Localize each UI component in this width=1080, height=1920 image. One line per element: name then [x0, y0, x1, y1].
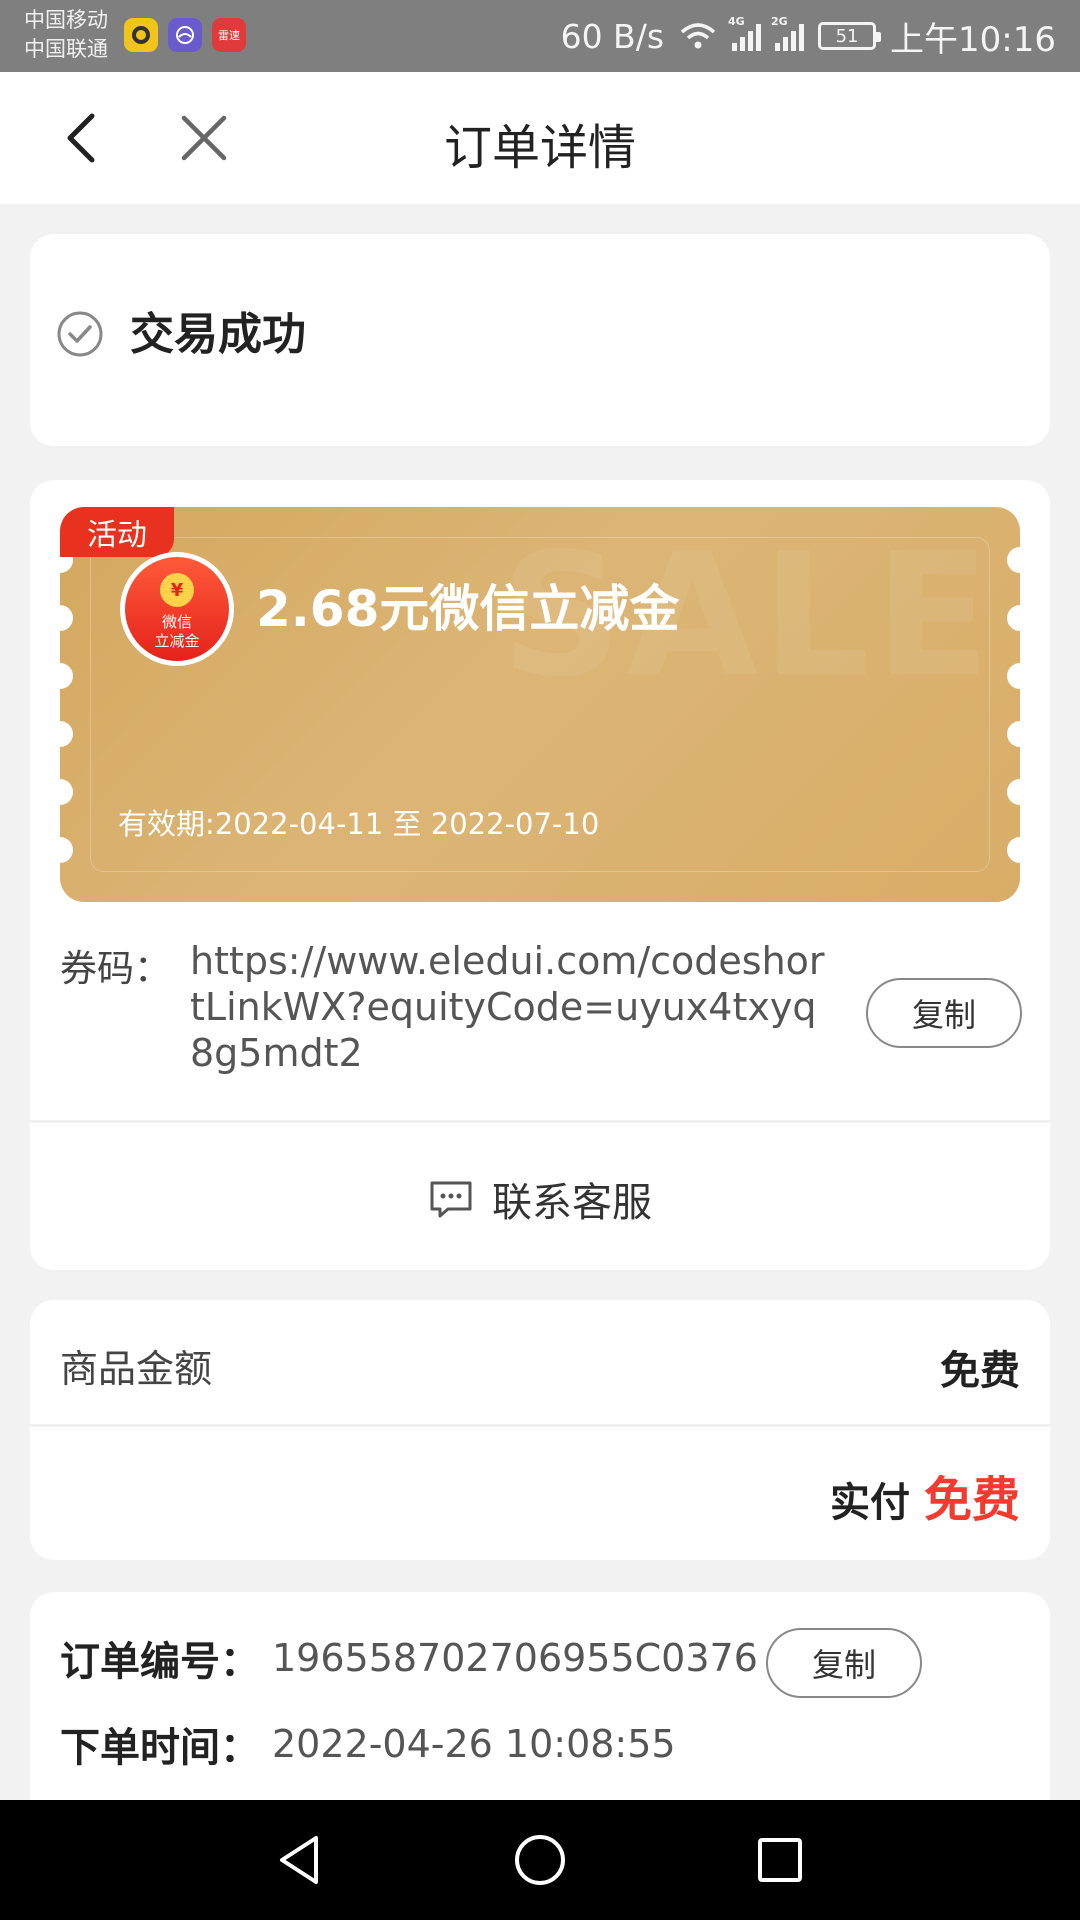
nav-back-triangle-icon[interactable]	[268, 1828, 332, 1892]
ticket-notch	[1007, 605, 1020, 631]
ticket-notch	[60, 837, 73, 863]
goods-amount-row: 商品金额 免费	[60, 1338, 1020, 1394]
ticket-notch	[60, 663, 73, 689]
order-status-text: 交易成功	[130, 309, 306, 360]
order-status-card: 交易成功	[30, 234, 1050, 446]
battery-icon: 51	[818, 22, 882, 50]
redpacket-label-line1: 微信	[161, 613, 192, 631]
ticket-notch	[1007, 721, 1020, 747]
yuan-coin-icon: ¥	[160, 573, 194, 607]
redpacket-label-line2: 立减金	[154, 632, 200, 650]
ticket-notch	[60, 779, 73, 805]
wechat-redpacket-icon: ¥ 微信 立减金	[120, 552, 234, 666]
copy-code-button[interactable]: 复制	[866, 978, 1022, 1048]
signal-icon: 4G	[728, 15, 762, 51]
coupon-ticket: SALE 活动 ¥ 微信 立减金 2.68元微信立减金 有效期:2022-04-…	[60, 507, 1020, 902]
signal-icon: 2G	[771, 15, 805, 51]
coupon-validity: 有效期:2022-04-11 至 2022-07-10	[118, 807, 600, 841]
status-right: 60 B/s 4G 2G 51 上午10:16	[561, 0, 1056, 72]
goods-amount-value: 免费	[940, 1348, 1020, 1394]
redpacket-label: 微信 立减金	[125, 613, 229, 651]
app-notification-icon	[168, 18, 202, 52]
order-time-label: 下单时间：	[60, 1725, 260, 1771]
goods-amount-label: 商品金额	[60, 1347, 213, 1391]
page-title: 订单详情	[443, 120, 636, 176]
nav-recents-square-icon[interactable]	[748, 1828, 812, 1892]
voucher-card: SALE 活动 ¥ 微信 立减金 2.68元微信立减金 有效期:2022-04-…	[30, 480, 1050, 1270]
wifi-icon	[680, 23, 716, 49]
order-number-value: 196558702706955C0376	[272, 1636, 758, 1680]
leisu-app-icon: 雷速	[212, 18, 246, 52]
divider	[30, 1120, 1050, 1123]
ticket-notch	[60, 721, 73, 747]
clock: 上午10:16	[890, 19, 1056, 60]
coupon-code-value: https://www.eledui.com/codeshortLinkWX?e…	[190, 939, 825, 1075]
nav-bar: 订单详情	[0, 72, 1080, 204]
contact-service-button[interactable]: 联系客服	[30, 1170, 1050, 1228]
carrier-1: 中国移动	[24, 8, 108, 32]
ticket-notch	[1007, 837, 1020, 863]
status-bar: 中国移动 中国联通 雷速 60 B/s 4G 2G 51 上午10:16	[0, 0, 1080, 72]
coupon-title: 2.68元微信立减金	[256, 580, 680, 638]
paid-label: 实付	[829, 1480, 910, 1526]
paid-value: 免费	[923, 1472, 1020, 1528]
battery-level: 51	[835, 25, 859, 47]
order-time-row: 下单时间： 2022-04-26 10:08:55	[60, 1714, 676, 1774]
order-time-value: 2022-04-26 10:08:55	[272, 1722, 676, 1766]
carrier-2: 中国联通	[24, 37, 108, 61]
app-notification-icon	[124, 18, 158, 52]
net-speed: 60 B/s	[560, 16, 665, 56]
ticket-notch	[60, 605, 73, 631]
coupon-code-label: 券码：	[60, 947, 171, 990]
system-nav-bar	[0, 1800, 1080, 1920]
ticket-notch	[1007, 547, 1020, 573]
contact-service-label: 联系客服	[492, 1180, 652, 1226]
divider	[30, 1424, 1050, 1427]
chat-bubble-icon	[430, 1181, 472, 1218]
order-number-label: 订单编号：	[60, 1639, 260, 1685]
copy-order-number-button[interactable]: 复制	[766, 1628, 922, 1698]
order-number-row: 订单编号： 196558702706955C0376	[60, 1628, 758, 1688]
check-circle-icon	[57, 311, 103, 357]
paid-row: 实付 免费	[830, 1460, 1020, 1530]
nav-home-circle-icon[interactable]	[508, 1828, 572, 1892]
notification-icons: 雷速	[124, 18, 246, 52]
redpacket-body: ¥ 微信 立减金	[125, 557, 229, 661]
ticket-notch	[1007, 779, 1020, 805]
activity-tag: 活动	[60, 507, 174, 557]
ticket-notch	[1007, 663, 1020, 689]
carrier-info: 中国移动 中国联通	[24, 6, 108, 64]
price-card: 商品金额 免费 实付 免费	[30, 1300, 1050, 1560]
